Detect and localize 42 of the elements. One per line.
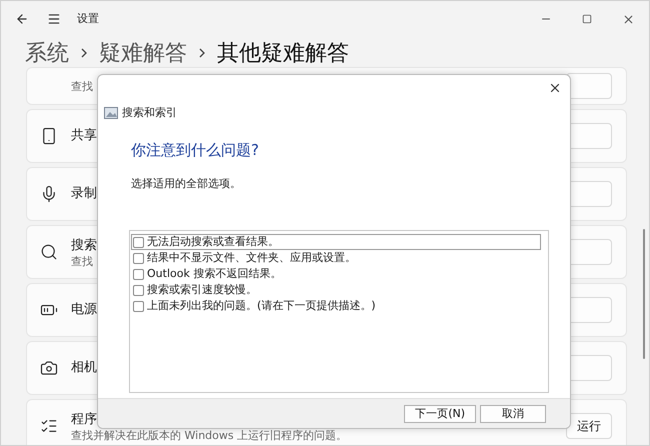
card-title: 相机	[71, 359, 97, 377]
window-title: 设置	[77, 10, 99, 27]
checkbox[interactable]	[133, 236, 144, 248]
option-item[interactable]: 上面未列出我的问题。(请在下一页提供描述。)	[131, 298, 541, 314]
card-title: 程序	[71, 410, 98, 428]
checkbox[interactable]	[133, 284, 144, 296]
checkbox[interactable]	[133, 268, 144, 280]
scrollbar-icon[interactable]	[643, 229, 645, 359]
breadcrumb-item[interactable]: 疑难解答	[99, 36, 187, 70]
next-button[interactable]: 下一页(N)	[404, 404, 476, 422]
run-button[interactable]: 运行	[566, 413, 612, 439]
back-icon[interactable]	[15, 12, 29, 26]
chevron-icon	[81, 48, 87, 58]
close-icon[interactable]	[622, 12, 635, 26]
breadcrumb-item: 其他疑难解答	[217, 40, 349, 68]
search-icon	[40, 243, 58, 261]
camera-icon	[40, 359, 58, 377]
card-subtitle: 查找并解决在此版本的 Windows 上运行旧程序的问题。	[71, 428, 348, 442]
list-icon	[40, 417, 58, 435]
option-item[interactable]: 搜索或索引速度较慢。	[131, 282, 541, 298]
menu-icon[interactable]	[47, 12, 61, 26]
option-item[interactable]: 无法启动搜索或查看结果。	[131, 234, 541, 250]
image-icon	[104, 107, 118, 119]
cancel-button[interactable]: 取消	[480, 404, 546, 422]
checkbox[interactable]	[133, 252, 144, 264]
card-subtitle: 查找	[71, 80, 93, 92]
card-title: 搜索	[71, 236, 97, 254]
option-item[interactable]: 结果中不显示文件、文件夹、应用或设置。	[131, 250, 541, 266]
chevron-icon	[199, 48, 205, 58]
breadcrumb-item[interactable]: 系统	[25, 36, 69, 70]
instruction-text: 选择适用的全部选项。	[131, 176, 242, 192]
card-title: 电源	[71, 301, 97, 319]
close-icon[interactable]	[548, 81, 562, 95]
option-item[interactable]: Outlook 搜索不返回结果。	[131, 266, 541, 282]
card-title: 共享	[71, 127, 97, 145]
microphone-icon	[40, 185, 58, 203]
card-title: 录制	[71, 185, 97, 203]
checkbox[interactable]	[133, 300, 144, 312]
dialog-heading: 你注意到什么问题?	[131, 140, 260, 161]
card-subtitle: 查找	[71, 254, 94, 268]
dialog-title: 搜索和索引	[122, 104, 177, 121]
maximize-icon[interactable]	[582, 14, 592, 24]
